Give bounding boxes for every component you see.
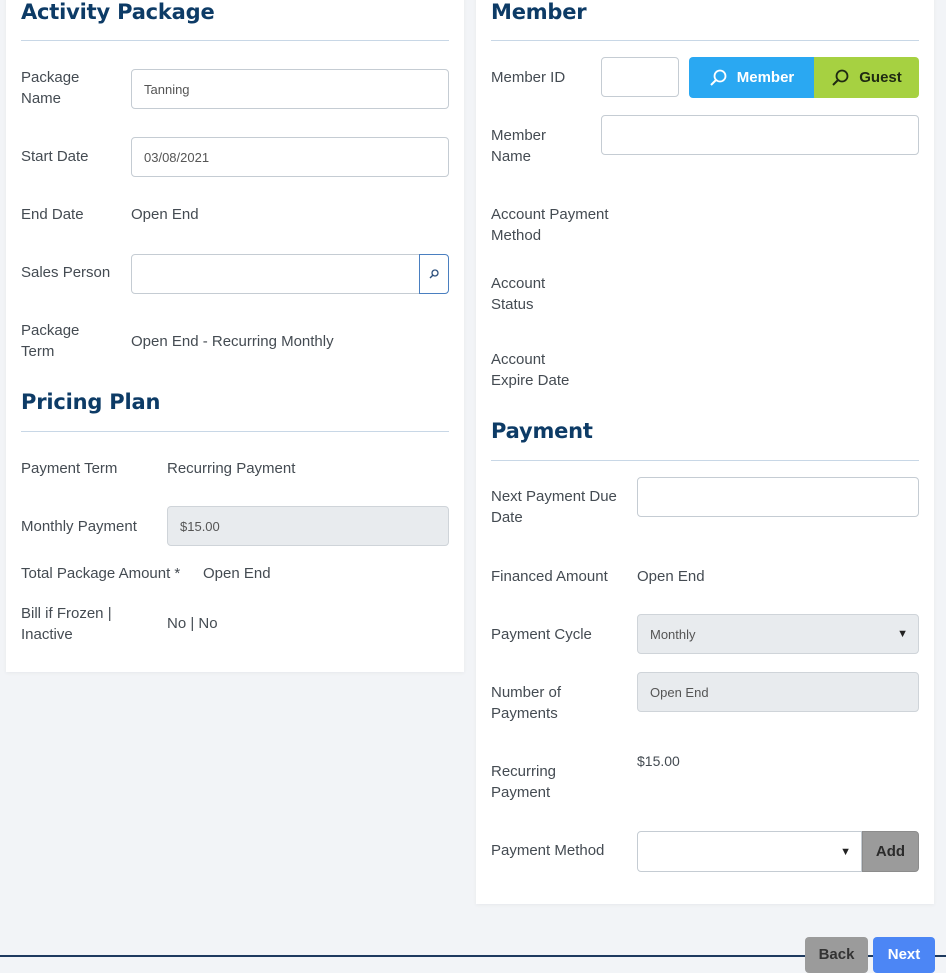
member-button-label: Member [736,69,795,86]
guest-button-label: Guest [859,69,902,86]
payment-cycle-select: Monthly ▼ [637,614,919,654]
package-term-value: Open End - Recurring Monthly [131,333,334,350]
chevron-down-icon: ▼ [840,845,851,858]
divider [21,40,449,41]
payment-term-value: Recurring Payment [167,460,296,477]
chevron-down-icon: ▼ [897,628,908,640]
next-payment-due-date-label: Next Payment Due Date [491,488,617,526]
payment-method-label: Payment Method [491,842,605,859]
package-term-label: Package Term [21,322,80,360]
member-name-label: Member Name [491,127,547,165]
monthly-payment-label: Monthly Payment [21,518,137,535]
account-status-label: Account Status [491,275,546,313]
member-id-field[interactable] [601,57,679,97]
payment-term-label: Payment Term [21,460,118,477]
guest-search-button[interactable]: Guest [814,57,919,98]
total-package-amount-value: Open End [203,565,271,582]
activity-package-card: Activity Package Package Name Tanning St… [6,0,464,672]
back-button[interactable]: Back [805,937,868,973]
start-date-label: Start Date [21,148,89,165]
financed-amount-label: Financed Amount [491,568,608,585]
package-name-field[interactable]: Tanning [131,69,449,109]
member-title: Member [491,0,587,24]
add-payment-method-button[interactable]: Add [862,831,919,872]
account-payment-method-label: Account Payment Method [491,206,609,244]
member-search-button[interactable]: Member [689,57,814,98]
next-payment-due-date-field[interactable] [637,477,919,517]
search-icon [831,69,849,87]
member-id-label: Member ID [491,69,566,86]
divider [491,40,919,41]
recurring-payment-value: $15.00 [637,753,680,769]
sales-person-label: Sales Person [21,264,111,281]
number-of-payments-label: Number of Payments [491,684,562,722]
total-package-amount-label: Total Package Amount * [21,565,181,582]
payment-title: Payment [491,419,593,443]
sales-person-search-button[interactable] [419,254,449,294]
bill-if-frozen-label: Bill if Frozen | Inactive [21,605,112,643]
divider [491,460,919,461]
sales-person-field[interactable] [131,254,420,294]
financed-amount-value: Open End [637,568,705,585]
end-date-value: Open End [131,206,199,223]
activity-package-title: Activity Package [21,0,215,24]
monthly-payment-field: $15.00 [167,506,449,546]
start-date-field[interactable]: 03/08/2021 [131,137,449,177]
number-of-payments-field: Open End [637,672,919,712]
end-date-label: End Date [21,206,84,223]
payment-method-select[interactable]: ▼ [637,831,862,872]
search-icon [429,269,439,279]
bill-if-frozen-value: No | No [167,615,218,632]
account-expire-date-label: Account Expire Date [491,351,570,389]
divider [21,431,449,432]
recurring-payment-label: Recurring Payment [491,763,557,801]
member-payment-card: Member Member ID Member Guest Member Nam… [476,0,934,904]
payment-cycle-label: Payment Cycle [491,626,592,643]
search-icon [709,69,727,87]
member-name-field[interactable] [601,115,919,155]
pricing-plan-title: Pricing Plan [21,390,161,414]
next-button[interactable]: Next [873,937,935,973]
package-name-label: Package Name [21,69,80,107]
payment-cycle-value: Monthly [650,626,696,642]
